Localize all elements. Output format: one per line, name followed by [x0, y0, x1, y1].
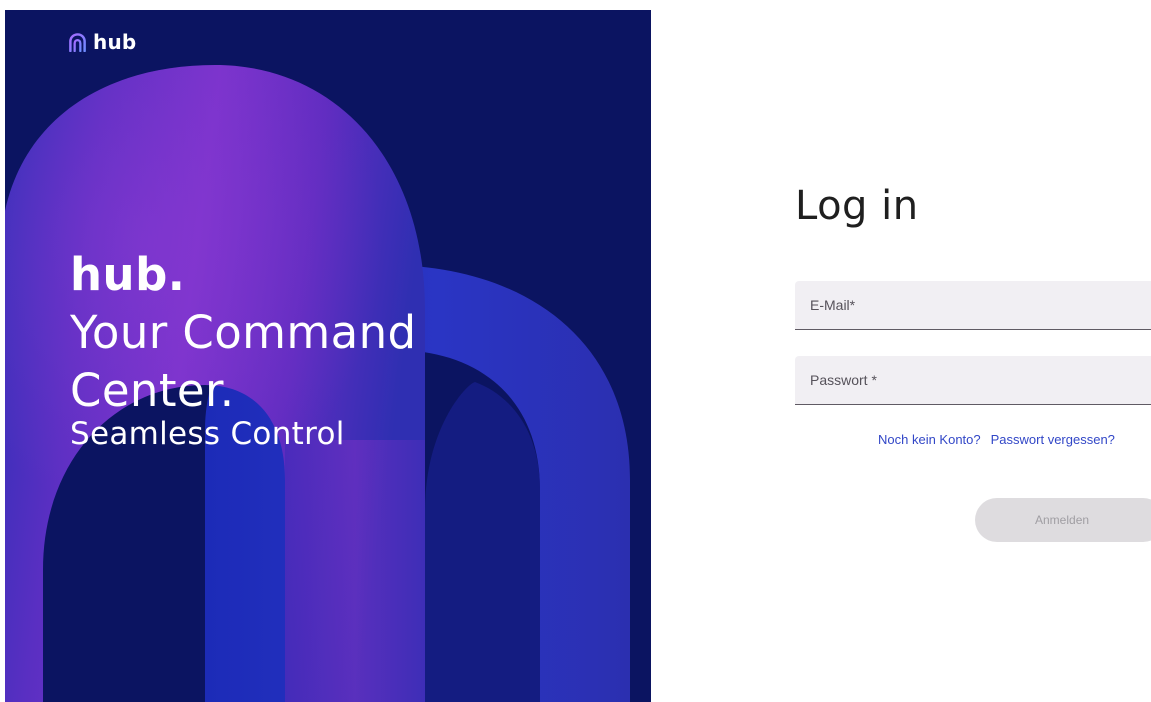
brand-logo: hub	[68, 30, 136, 54]
hero-subline: Seamless Control	[70, 416, 345, 452]
email-input[interactable]	[795, 281, 1151, 329]
hero-brand-word: hub.	[70, 248, 186, 301]
login-page: hub hub. Your Command Center. Seamless C…	[0, 0, 1151, 702]
login-submit-button[interactable]: Anmelden	[975, 498, 1151, 542]
hero-line-1: Your Command	[70, 306, 417, 359]
forgot-password-link[interactable]: Passwort vergessen?	[991, 432, 1115, 447]
password-field[interactable]	[795, 356, 1151, 405]
login-title: Log in	[795, 183, 919, 229]
brand-name: hub	[93, 30, 137, 54]
hero-panel: hub hub. Your Command Center. Seamless C…	[5, 10, 651, 702]
password-input[interactable]	[795, 356, 1151, 404]
register-link[interactable]: Noch kein Konto?	[878, 432, 981, 447]
hero-line-2: Center.	[70, 364, 235, 417]
arch-logo-icon	[68, 32, 87, 52]
email-field[interactable]	[795, 281, 1151, 330]
account-links: Noch kein Konto? Passwort vergessen?	[878, 432, 1115, 448]
hero-headline: hub. Your Command Center. Seamless Contr…	[70, 246, 416, 454]
